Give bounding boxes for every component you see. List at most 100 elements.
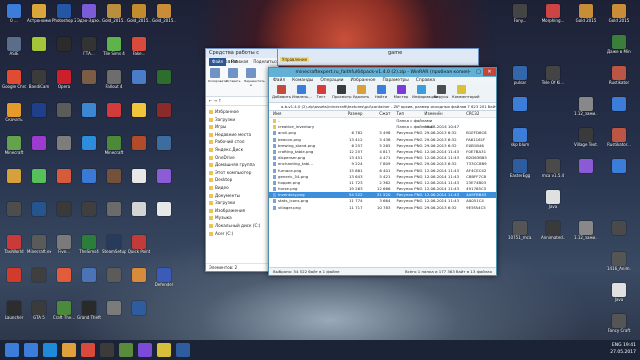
desktop-icon[interactable]: Gold_2015... xyxy=(102,4,126,32)
toolbar-button[interactable]: Информация xyxy=(412,85,438,101)
desktop-icon[interactable] xyxy=(77,103,101,131)
desktop-icon[interactable]: 0 ... xyxy=(2,4,26,32)
desktop-icon[interactable]: Fake... xyxy=(127,37,151,65)
toolbar-button[interactable]: Найти xyxy=(372,85,390,101)
desktop-icon[interactable] xyxy=(127,301,151,329)
desktop-icon[interactable] xyxy=(574,159,598,187)
desktop-icon[interactable]: Gold 2015 xyxy=(607,4,631,32)
nav-item[interactable]: Изображения xyxy=(209,207,275,215)
taskbar-app-icon[interactable] xyxy=(24,343,38,357)
taskbar-app-icon[interactable] xyxy=(100,343,114,357)
desktop-icon[interactable]: Minecraft xyxy=(102,136,126,164)
desktop-icon[interactable] xyxy=(77,268,101,296)
desktop-icon[interactable]: 1.12_зами... xyxy=(574,97,598,125)
desktop-icon[interactable] xyxy=(152,169,176,197)
desktop-icon[interactable] xyxy=(2,202,26,230)
desktop-icon[interactable] xyxy=(52,103,76,131)
desktop-icon[interactable] xyxy=(2,268,26,296)
clock-date[interactable]: 27.05.2017 xyxy=(610,349,636,356)
desktop-icon[interactable] xyxy=(27,202,51,230)
nav-item[interactable]: Документы xyxy=(209,192,275,200)
nav-item[interactable]: Музыка xyxy=(209,214,275,222)
move-button[interactable]: Переместить в xyxy=(244,68,265,88)
desktop-icon[interactable]: Java xyxy=(541,190,565,218)
desktop-icon[interactable] xyxy=(607,221,631,249)
desktop-icon[interactable]: Gold_2015... xyxy=(152,4,176,32)
desktop-icon[interactable] xyxy=(52,136,76,164)
desktop-icon[interactable]: ASIE xyxy=(2,37,26,65)
desktop-icon[interactable] xyxy=(102,268,126,296)
clock-time[interactable]: 19:41 xyxy=(623,343,636,348)
desktop-icon[interactable] xyxy=(508,97,532,125)
desktop-icon[interactable] xyxy=(152,202,176,230)
toolbar-button[interactable]: Мастер xyxy=(392,85,410,101)
desktop-icon[interactable] xyxy=(52,37,76,65)
nav-item[interactable]: Домашняя группа xyxy=(209,161,275,169)
minimize-button[interactable]: – xyxy=(465,68,474,76)
toolbar-button[interactable]: Просмотр xyxy=(332,85,352,101)
toolbar-button[interactable]: Комментарий xyxy=(452,85,479,101)
menu-item[interactable]: Справка xyxy=(416,77,435,84)
tab-share[interactable]: Поделиться xyxy=(253,58,278,66)
desktop-icon[interactable] xyxy=(52,202,76,230)
desktop-icon[interactable]: Five... xyxy=(52,235,76,263)
toolbar-button[interactable]: Извлечь... xyxy=(292,85,312,101)
explorer-titlebar[interactable]: Средства работы с рисунками xyxy=(206,49,278,65)
desktop-icon[interactable] xyxy=(77,70,101,98)
paste-button[interactable]: Вставить xyxy=(226,68,241,88)
nav-item[interactable]: Яндекс.Диск xyxy=(209,146,275,154)
desktop-icon[interactable]: Minecraft xyxy=(2,136,26,164)
nav-item[interactable]: Рабочий стол xyxy=(209,138,275,146)
taskbar-app-icon[interactable] xyxy=(43,343,57,357)
desktop-icon[interactable]: GTA 5 xyxy=(27,301,51,329)
desktop-icon[interactable]: Gold_2015... xyxy=(127,4,151,32)
desktop-icon[interactable]: TaxiWorld xyxy=(2,235,26,263)
desktop-icon[interactable]: Village Text... xyxy=(574,128,598,156)
desktop-icon[interactable]: Grand Theft xyxy=(77,301,101,329)
col-packed[interactable]: Сжат xyxy=(367,111,395,117)
col-size[interactable]: Размер xyxy=(337,111,367,117)
desktop-icon[interactable] xyxy=(102,103,126,131)
desktop-icon[interactable]: 10751_mca... xyxy=(508,221,532,249)
taskbar-app-icon[interactable] xyxy=(62,343,76,357)
desktop-icon[interactable] xyxy=(152,103,176,131)
desktop-icon[interactable] xyxy=(152,136,176,164)
desktop-icon[interactable]: mca v1.5.4 xyxy=(541,159,565,187)
desktop-icon[interactable] xyxy=(52,268,76,296)
nav-item[interactable]: Недавние места xyxy=(209,131,275,139)
desktop-icon[interactable]: Fallout 4 xyxy=(102,70,126,98)
desktop-icon[interactable]: Craft The... xyxy=(52,301,76,329)
col-crc[interactable]: CRC32 xyxy=(466,111,496,117)
desktop-icon[interactable] xyxy=(52,169,76,197)
toolbar-button[interactable]: Тест xyxy=(312,85,330,101)
nav-item[interactable]: Desktop xyxy=(209,176,275,184)
desktop-icon[interactable] xyxy=(27,103,51,131)
nav-item[interactable]: Видео xyxy=(209,184,275,192)
desktop-icon[interactable] xyxy=(127,268,151,296)
desktop-icon[interactable]: BandiCam xyxy=(27,70,51,98)
nav-item[interactable]: Локальный диск (C:) xyxy=(209,222,275,230)
desktop-icon[interactable]: Minecraft.exe xyxy=(27,235,51,263)
desktop-icon[interactable] xyxy=(77,169,101,197)
tab-home[interactable]: Главная xyxy=(231,58,248,66)
menu-item[interactable]: Избранное xyxy=(351,77,376,84)
desktop-icon[interactable]: Gold 2015 xyxy=(574,4,598,32)
desktop-icon[interactable] xyxy=(27,37,51,65)
desktop-icon[interactable]: ГТА... xyxy=(77,37,101,65)
winrar-window[interactable]: minecraftexpert.ru_faithful64pack-v1.4.0… xyxy=(268,67,497,276)
desktop-icon[interactable]: Fancy Craft xyxy=(607,314,631,342)
desktop-icon[interactable] xyxy=(102,301,126,329)
desktop-icon[interactable]: Annimated... xyxy=(541,221,565,249)
toolbar-button[interactable]: Удалить xyxy=(352,85,370,101)
desktop-icon[interactable]: 1416_Anim... xyxy=(607,252,631,280)
taskbar-app-icon[interactable] xyxy=(157,343,171,357)
desktop-icon[interactable]: pulsar xyxy=(508,66,532,94)
desktop-icon[interactable]: Defender xyxy=(152,268,176,296)
col-type[interactable]: Тип xyxy=(394,111,424,117)
taskbar-app-icon[interactable] xyxy=(81,343,95,357)
desktop-icon[interactable] xyxy=(27,268,51,296)
desktop-icon[interactable]: Morphing... xyxy=(541,4,565,32)
desktop-icon[interactable]: TheSims4 xyxy=(77,235,101,263)
desktop-icon[interactable] xyxy=(77,136,101,164)
desktop-icon[interactable] xyxy=(127,70,151,98)
